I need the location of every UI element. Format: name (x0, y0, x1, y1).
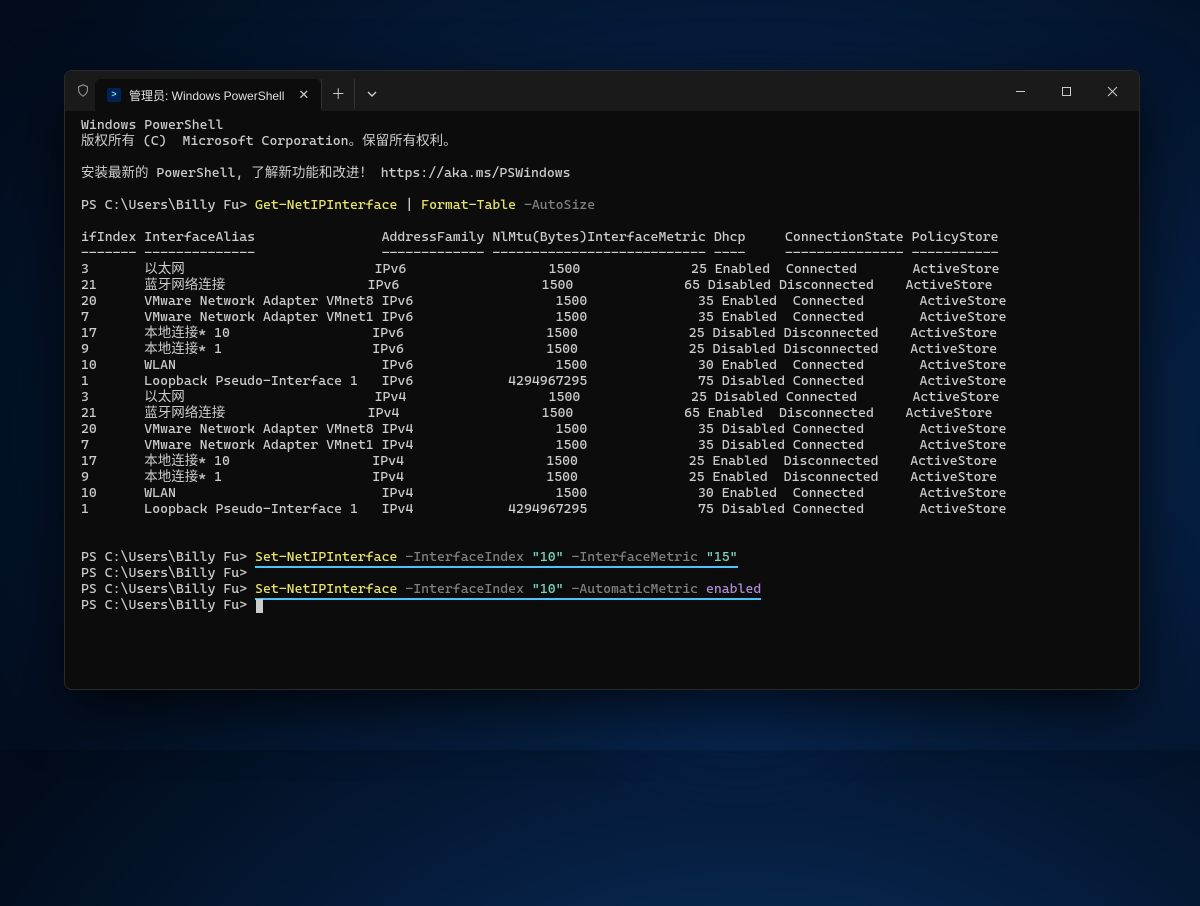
terminal-window: 管理员: Windows PowerShell ✕ ＋ Windows Powe… (64, 70, 1140, 690)
powershell-icon (107, 88, 121, 102)
tab-chevron-icon[interactable] (355, 79, 389, 109)
minimize-button[interactable] (997, 71, 1043, 111)
shield-icon (75, 83, 91, 99)
new-tab-button[interactable]: ＋ (321, 79, 355, 109)
terminal-output[interactable]: Windows PowerShell 版权所有 (C) Microsoft Co… (65, 111, 1139, 689)
window-controls (997, 71, 1135, 111)
title-bar: 管理员: Windows PowerShell ✕ ＋ (65, 71, 1139, 111)
tab-close-icon[interactable]: ✕ (298, 87, 309, 103)
tab-title: 管理员: Windows PowerShell (129, 87, 284, 104)
maximize-button[interactable] (1043, 71, 1089, 111)
close-button[interactable] (1089, 71, 1135, 111)
tab-powershell[interactable]: 管理员: Windows PowerShell ✕ (95, 79, 321, 111)
